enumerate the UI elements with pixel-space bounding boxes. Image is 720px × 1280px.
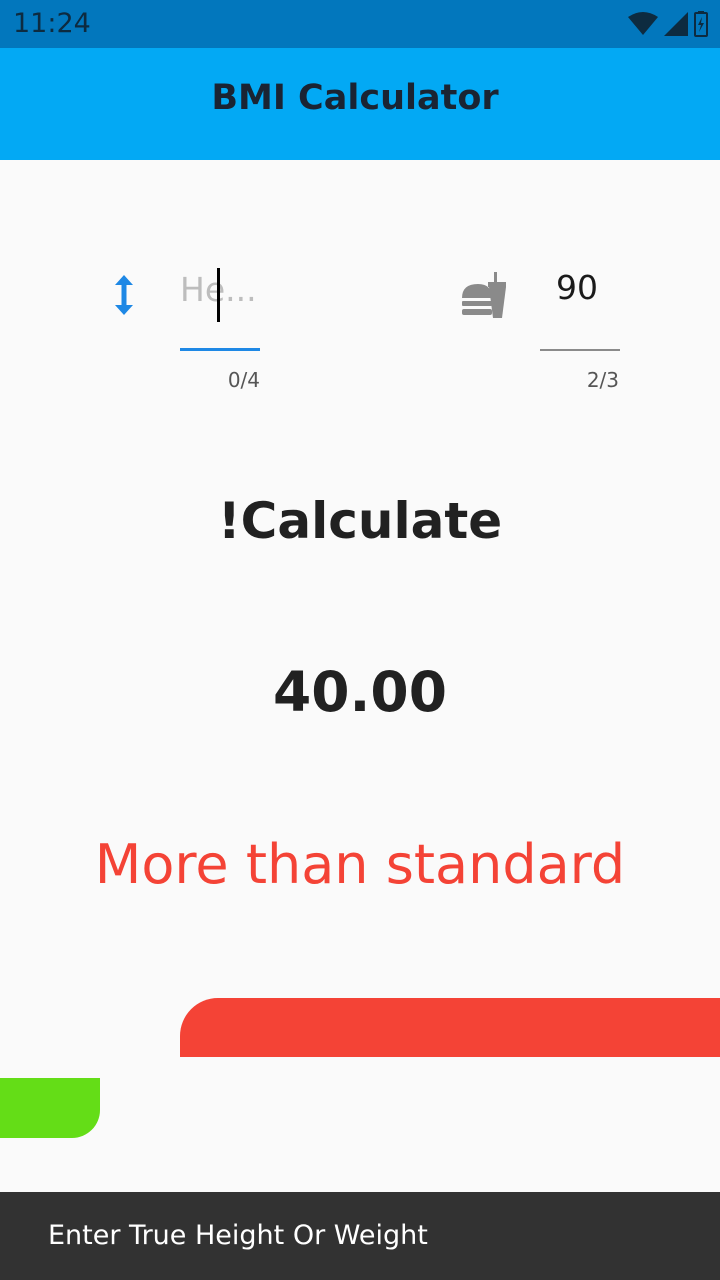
bmi-result-value: 40.00 (273, 660, 447, 724)
height-char-counter: 0/4 (227, 368, 260, 392)
wifi-icon (628, 12, 658, 36)
app-title: BMI Calculator (211, 78, 499, 118)
status-time: 11:24 (13, 8, 91, 39)
calculate-button[interactable]: !Calculate (0, 486, 720, 556)
normal-indicator-bar (0, 1078, 100, 1138)
status-indicator-bar (180, 998, 720, 1057)
battery-icon (694, 11, 708, 37)
fastfood-icon (460, 272, 508, 318)
bmi-status-text: More than standard (94, 833, 626, 896)
status-icons (628, 10, 708, 38)
height-arrows-icon (112, 274, 136, 316)
app-bar: BMI Calculator (0, 48, 720, 160)
snackbar-message: Enter True Height Or Weight (48, 1220, 428, 1251)
snackbar: Enter True Height Or Weight (0, 1192, 720, 1280)
weight-input[interactable]: 90 (540, 266, 614, 310)
signal-icon (664, 12, 688, 36)
weight-char-counter: 2/3 (586, 368, 619, 392)
text-cursor (217, 268, 220, 322)
height-input[interactable]: He... (180, 258, 260, 322)
status-bar: 11:24 (0, 0, 720, 48)
weight-input-underline (540, 349, 620, 351)
height-input-underline (180, 348, 260, 351)
